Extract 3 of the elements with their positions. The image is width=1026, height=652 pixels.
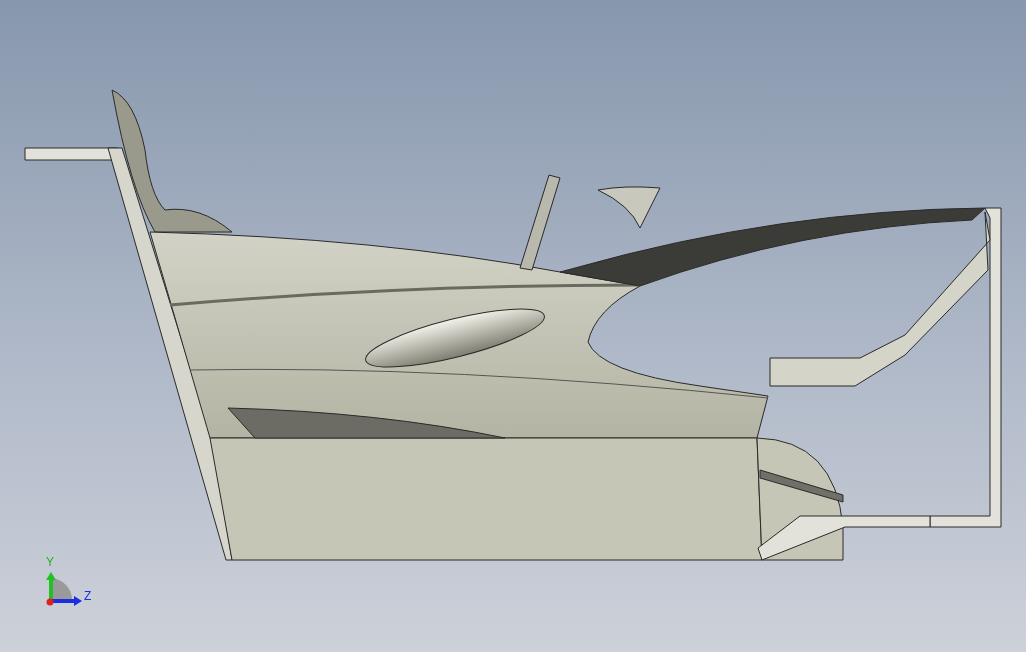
axis-triad-icon bbox=[46, 572, 82, 606]
axis-label: Z bbox=[84, 589, 92, 603]
axis-label: Y bbox=[46, 555, 54, 569]
